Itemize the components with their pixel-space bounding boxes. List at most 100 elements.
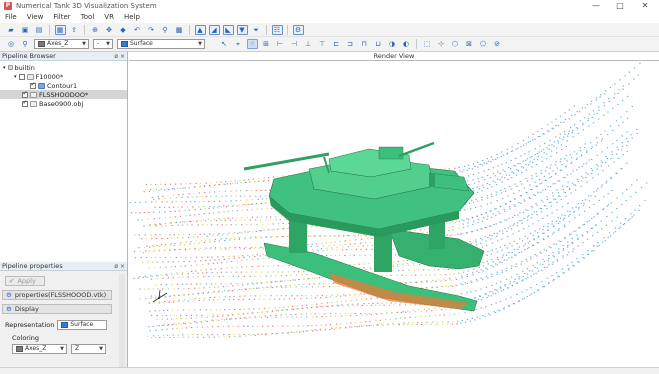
camera-redo-icon[interactable]: ◐ (401, 39, 412, 49)
visibility-checkbox[interactable] (18, 73, 25, 80)
menu-tool[interactable]: Tool (76, 13, 100, 21)
render-view[interactable] (129, 61, 659, 367)
stream-dot (621, 142, 623, 144)
stream-dot (368, 325, 370, 327)
stream-dot (156, 244, 158, 246)
maximize-button[interactable]: □ (609, 0, 631, 11)
stream-dot (627, 219, 629, 221)
filter-d-icon[interactable]: ▼ (236, 24, 248, 35)
save-icon[interactable]: ▣ (20, 25, 31, 35)
expand-arrow-icon[interactable]: ▾ (3, 65, 6, 71)
tree-item-builtin[interactable]: ▾ builtin (0, 63, 127, 72)
dock-buttons[interactable]: ø × (114, 52, 125, 61)
tree-item-base0900[interactable]: Base0900.obj (0, 99, 127, 108)
undo-icon[interactable]: ↶ (132, 25, 143, 35)
view-plus-z-icon[interactable]: ⊓ (359, 39, 370, 49)
stream-dot (598, 245, 600, 247)
component-combo[interactable]: - ▼ (93, 39, 113, 49)
stream-dot (513, 198, 516, 200)
stream-dot (322, 306, 324, 308)
view-minus-x-icon[interactable]: ⊤ (317, 39, 328, 49)
funnel-icon[interactable]: ⏷ (251, 25, 262, 35)
camera-undo-icon[interactable]: ◑ (387, 39, 398, 49)
tree-item-contour[interactable]: Contour1 (0, 81, 127, 90)
stream-dot (617, 93, 619, 95)
properties-section-toggle[interactable]: ⚙ properties(FLSSHOOOD.vtk) (2, 290, 112, 300)
interact-icon[interactable]: ☝ (246, 39, 258, 49)
zoom-icon[interactable]: ⚲ (160, 25, 171, 35)
grid-icon[interactable]: ▩ (174, 25, 185, 35)
visibility-checkbox[interactable] (30, 81, 36, 89)
stream-dot (330, 315, 332, 317)
render-canvas[interactable] (129, 61, 659, 367)
export-icon[interactable]: ⇪ (69, 25, 80, 35)
stream-dot (150, 297, 152, 299)
tree-item-f10000[interactable]: ▾ F10000* (0, 72, 127, 81)
filter-b-icon[interactable]: ◢ (208, 24, 220, 35)
stream-dot (478, 266, 480, 268)
view-minus-z-icon[interactable]: ⊔ (373, 39, 384, 49)
redo-icon[interactable]: ↷ (146, 25, 157, 35)
stream-dot (216, 224, 219, 226)
axes-y-icon[interactable]: ⊢ (275, 39, 286, 49)
stream-dot (242, 313, 244, 315)
tree-item-flsshoodoo[interactable]: FLSSHOODOO* (0, 90, 127, 99)
coloring-select[interactable]: Axes_Z ▼ (12, 344, 67, 354)
representation-select[interactable]: Surface (57, 320, 108, 330)
view-plus-y-icon[interactable]: ⊏ (331, 39, 342, 49)
open-folder-icon[interactable]: ▰ (6, 25, 17, 35)
stream-dot (491, 242, 494, 244)
stream-dot (560, 217, 562, 219)
close-button[interactable]: ✕ (634, 0, 656, 11)
rotate-icon[interactable]: ◆ (118, 25, 129, 35)
stream-dot (532, 223, 534, 225)
apply-check-icon: ✔ (9, 277, 15, 285)
reset-camera-icon[interactable]: ⊕ (90, 25, 101, 35)
filter-a-icon[interactable]: ▲ (194, 24, 206, 35)
menu-help[interactable]: Help (119, 13, 145, 21)
stream-dot (165, 256, 167, 258)
screenshot-icon[interactable]: ▦ (54, 24, 66, 35)
settings-icon[interactable]: ⚙ (292, 24, 304, 35)
select-block-icon[interactable]: ⊠ (464, 39, 475, 49)
menu-view[interactable]: View (22, 13, 49, 21)
apply-button[interactable]: ✔ Apply (5, 276, 45, 286)
clear-selection-icon[interactable]: ⊘ (492, 39, 503, 49)
select-frustum-icon[interactable]: ⬡ (450, 39, 461, 49)
select-cells-icon[interactable]: ⬚ (422, 39, 433, 49)
menu-file[interactable]: File (0, 13, 22, 21)
pointer-icon[interactable]: ↖ (219, 39, 230, 49)
vr-icon[interactable]: ☷ (271, 24, 283, 35)
representation-combo[interactable]: Surface ▼ (117, 39, 205, 49)
expand-arrow-icon[interactable]: ▾ (14, 74, 17, 80)
display-section-toggle[interactable]: ⚙ Display (2, 304, 112, 314)
view-plus-x-icon[interactable]: ⊥ (303, 39, 314, 49)
stream-dot (335, 296, 337, 298)
menu-vr[interactable]: VR (99, 13, 119, 21)
axes-x-icon[interactable]: ⊞ (261, 39, 272, 49)
stream-dot (261, 333, 263, 335)
stream-dot (298, 278, 300, 280)
target-icon[interactable]: ◎ (6, 39, 17, 49)
select-polygon-icon[interactable]: ⬠ (478, 39, 489, 49)
properties-scrollbar[interactable] (119, 274, 125, 372)
stream-dot (524, 243, 526, 245)
minimize-button[interactable]: — (585, 0, 607, 11)
save-state-icon[interactable]: ▤ (34, 25, 45, 35)
stream-dot (520, 146, 522, 148)
view-minus-y-icon[interactable]: ⊐ (345, 39, 356, 49)
pick-icon[interactable]: ⌖ (233, 39, 244, 49)
axes-combo[interactable]: Axes_Z ▼ (34, 39, 89, 49)
visibility-checkbox[interactable] (22, 90, 28, 98)
axes-z-icon[interactable]: ⊣ (289, 39, 300, 49)
dock-buttons[interactable]: ø × (114, 262, 125, 271)
filter-c-icon[interactable]: ◣ (222, 24, 234, 35)
stream-dot (569, 127, 572, 129)
component-select[interactable]: Z ▼ (71, 344, 106, 354)
stream-dot (563, 191, 565, 193)
visibility-checkbox[interactable] (22, 99, 28, 107)
menu-filter[interactable]: Filter (48, 13, 75, 21)
select-points-icon[interactable]: ⊹ (436, 39, 447, 49)
move-icon[interactable]: ✥ (104, 25, 115, 35)
search-icon[interactable]: ⚲ (20, 39, 31, 49)
